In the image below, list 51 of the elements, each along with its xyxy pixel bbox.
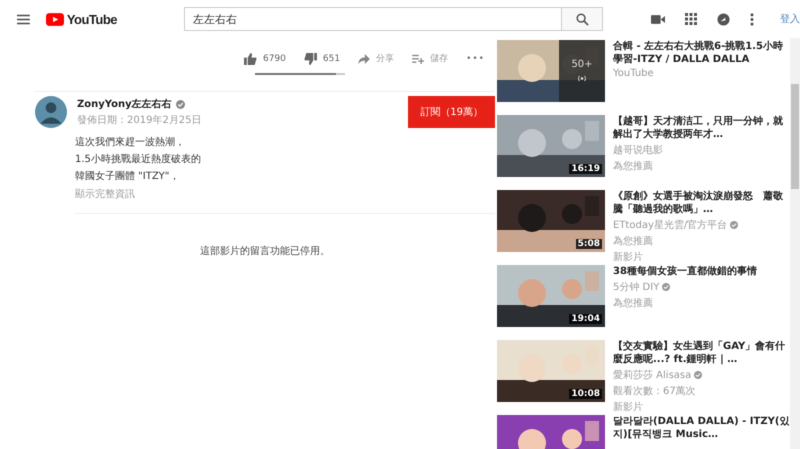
dislike-button[interactable]: 651 — [304, 52, 340, 64]
thumbs-down-icon — [304, 52, 317, 64]
apps-grid-icon[interactable] — [685, 13, 697, 25]
thumbs-up-icon — [244, 52, 257, 64]
channel-name[interactable]: ZonyYony左左右右 — [77, 97, 172, 111]
save-button[interactable]: 儲存 — [412, 52, 448, 65]
channel-avatar[interactable] — [35, 96, 67, 128]
channel-name[interactable]: 愛莉莎莎 Alisasa — [613, 368, 692, 382]
video-title[interactable]: 《原創》女選手被淘汰淚崩發怒 蕭敬騰「聽過我的歌嗎」… — [613, 190, 790, 216]
video-meta: 新影片 — [613, 250, 644, 264]
video-title[interactable]: 【交友實驗】女生遇到「GAY」會有什麼反應呢...? ft.鍾明軒 | … — [613, 340, 790, 366]
playlist-count: 50+ — [571, 59, 593, 70]
video-title[interactable]: 달라달라(DALLA DALLA) - ITZY(있지)[뮤직뱅크 Music… — [613, 415, 790, 441]
share-button[interactable]: 分享 — [358, 52, 394, 65]
search-icon — [576, 12, 588, 26]
search-field[interactable]: 左左右右 — [184, 7, 562, 31]
video-meta: 為您推薦 — [613, 234, 654, 248]
video-meta: 新影片 — [613, 400, 644, 414]
more-vertical-icon[interactable] — [750, 12, 754, 26]
broadcast-icon — [576, 74, 588, 83]
logo-text[interactable]: YouTube — [66, 12, 117, 26]
video-title[interactable]: 【越哥】天才清洁工，只用一分钟，就解出了大学教授两年才… — [613, 115, 790, 141]
channel-name[interactable]: ETtoday星光雲/官方平台 — [613, 218, 728, 232]
video-title[interactable]: 合輯 - 左左右右大挑戰6-挑戰1.5小時學習-ITZY / DALLA DALLA — [613, 40, 790, 66]
description-line: 韓國女子團體 "ITZY"， — [75, 170, 180, 183]
more-button[interactable]: ••• — [466, 54, 485, 64]
menu-icon[interactable] — [17, 14, 30, 24]
comments-disabled-notice: 這部影片的留言功能已停用。 — [200, 244, 330, 258]
duration-badge: 5:08 — [576, 239, 602, 249]
play-logo-icon — [46, 12, 64, 26]
video-meta: 為您推薦 — [613, 296, 654, 310]
show-more-link[interactable]: 顯示完整資訊 — [75, 187, 495, 201]
duration-badge: 10:08 — [569, 389, 602, 399]
duration-badge: 19:04 — [569, 314, 602, 324]
scrollbar[interactable] — [790, 38, 800, 449]
scrollbar-thumb[interactable] — [791, 84, 799, 189]
video-meta: 為您推薦 — [613, 160, 654, 173]
subscribe-button[interactable]: 訂閱（19萬） — [408, 96, 495, 128]
like-button[interactable]: 6790 — [244, 52, 286, 64]
duration-badge: 16:19 — [569, 164, 602, 174]
description-line: 1.5小時挑戰最近熱度破表的 — [75, 153, 202, 166]
playlist-add-icon — [412, 54, 424, 64]
search-button[interactable] — [562, 7, 603, 31]
share-arrow-icon — [358, 54, 370, 64]
sign-in-link[interactable]: 登入 — [780, 12, 800, 26]
description-line: 這次我們來趕一波熱潮， — [75, 136, 186, 149]
channel-name[interactable]: 越哥说电影 — [613, 143, 663, 157]
video-camera-icon[interactable] — [651, 14, 665, 24]
video-meta: 觀看次數：67萬次 — [613, 384, 697, 398]
publish-date: 發佈日期：2019年2月25日 — [77, 114, 203, 127]
video-title[interactable]: 38種每個女孩一直都做錯的事情 — [613, 265, 757, 278]
